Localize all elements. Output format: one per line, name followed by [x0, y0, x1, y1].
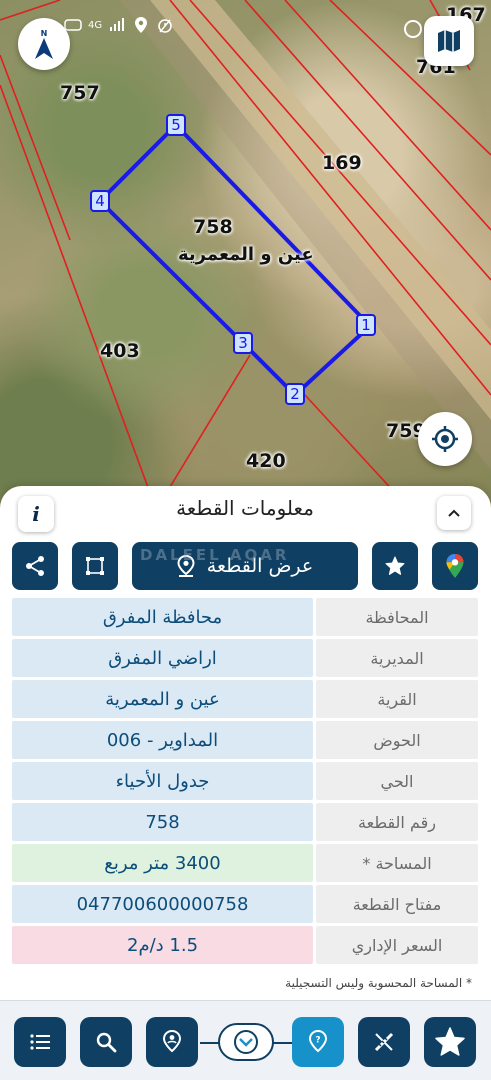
- neighbor-label: 403: [100, 340, 140, 362]
- vertex-1[interactable]: 1: [356, 314, 376, 336]
- satellite-map[interactable]: 5 4 3 2 1 758 عين و المعمرية 757 403 420…: [0, 0, 491, 520]
- svg-text:N: N: [41, 29, 48, 38]
- my-location-button[interactable]: [418, 412, 472, 466]
- nav-search-button[interactable]: [80, 1017, 132, 1067]
- chevron-up-icon: [448, 509, 460, 517]
- nav-divider: [272, 1042, 292, 1044]
- nav-parcel-info-button[interactable]: ?: [292, 1017, 344, 1067]
- admin-price-value: 1.5 د/م2: [12, 926, 313, 964]
- area-footnote: * المساحة المحسوبة وليس التسجيلية: [285, 976, 472, 990]
- chevron-down-icon: [234, 1030, 258, 1054]
- admin-price-label: السعر الإداري: [316, 926, 478, 964]
- question-pin-icon: ?: [308, 1029, 328, 1053]
- parcel-shape-button[interactable]: [72, 542, 118, 590]
- parcel-key-value: 047700600000758: [12, 885, 313, 923]
- parcel-village-label: عين و المعمرية: [178, 244, 314, 265]
- crosshair-icon: [432, 426, 458, 452]
- show-parcel-label: عرض القطعة: [206, 555, 314, 577]
- favorite-button[interactable]: [372, 542, 418, 590]
- village-value: عين و المعمرية: [12, 680, 313, 718]
- google-maps-button[interactable]: [432, 542, 478, 590]
- panel-title: معلومات القطعة: [176, 496, 314, 520]
- directorate-value: اراضي المفرق: [12, 639, 313, 677]
- share-icon: [26, 556, 44, 576]
- neighbor-label: 420: [246, 450, 286, 472]
- nav-favorites-button[interactable]: [424, 1017, 476, 1067]
- neighbor-label: 169: [322, 152, 362, 174]
- parcel-key-label: مفتاح القطعة: [316, 885, 478, 923]
- table-row: جدول الأحياء الحي: [12, 762, 478, 800]
- governorate-value: محافظة المفرق: [12, 598, 313, 636]
- map-layers-button[interactable]: [424, 16, 474, 66]
- star-icon: [385, 556, 405, 575]
- table-row: المداوير - 006 الحوض: [12, 721, 478, 759]
- share-button[interactable]: [12, 542, 58, 590]
- table-row: 3400 متر مربع المساحة *: [12, 844, 478, 882]
- area-label: المساحة *: [316, 844, 478, 882]
- vertex-3[interactable]: 3: [233, 332, 253, 354]
- neighbor-label: 757: [60, 82, 100, 104]
- table-row: محافظة المفرق المحافظة: [12, 598, 478, 636]
- vertex-2[interactable]: 2: [285, 383, 305, 405]
- parcel-number-label: 758: [193, 216, 233, 238]
- table-row: 758 رقم القطعة: [12, 803, 478, 841]
- table-row: عين و المعمرية القرية: [12, 680, 478, 718]
- nav-divider: [200, 1042, 220, 1044]
- nav-nearby-button[interactable]: [146, 1017, 198, 1067]
- search-icon: [96, 1032, 117, 1053]
- measure-tools-icon: [374, 1032, 394, 1052]
- bottom-navigation: ?: [0, 1000, 491, 1080]
- parcel-number-label: رقم القطعة: [316, 803, 478, 841]
- parcel-toolbar: عرض القطعة DALEEL AQAR: [0, 542, 491, 592]
- alarm-icon: [156, 18, 174, 33]
- vertex-5[interactable]: 5: [166, 114, 186, 136]
- status-icons: 4G: [64, 17, 174, 33]
- vertex-4[interactable]: 4: [90, 190, 110, 212]
- nav-measure-button[interactable]: [358, 1017, 410, 1067]
- governorate-label: المحافظة: [316, 598, 478, 636]
- table-row: 047700600000758 مفتاح القطعة: [12, 885, 478, 923]
- parcel-number-value: 758: [12, 803, 313, 841]
- map-pin-icon: [162, 1029, 182, 1053]
- show-parcel-button[interactable]: عرض القطعة: [132, 542, 358, 590]
- polygon-icon: [86, 557, 104, 575]
- compass-button[interactable]: N: [18, 18, 70, 70]
- parcel-info-panel: i معلومات القطعة عرض القطعة DALEEL AQAR …: [0, 486, 491, 1080]
- status-bar: 4G: [0, 0, 491, 56]
- info-button[interactable]: i: [18, 496, 54, 532]
- google-maps-icon: [446, 554, 464, 578]
- directorate-label: المديرية: [316, 639, 478, 677]
- network-type: 4G: [88, 19, 103, 31]
- collapse-button[interactable]: [437, 496, 471, 530]
- whatsapp-icon: [404, 20, 422, 38]
- svg-text:?: ?: [315, 1036, 320, 1046]
- list-icon: [30, 1034, 50, 1050]
- signal-icon: [108, 18, 126, 32]
- table-row: اراضي المفرق المديرية: [12, 639, 478, 677]
- notification-icon: [64, 18, 82, 32]
- nav-list-button[interactable]: [14, 1017, 66, 1067]
- basin-label: الحوض: [316, 721, 478, 759]
- compass-icon: N: [35, 29, 53, 59]
- neighborhood-value: جدول الأحياء: [12, 762, 313, 800]
- map-icon: [438, 30, 460, 52]
- nav-expand-button[interactable]: [218, 1023, 274, 1061]
- neighborhood-label: الحي: [316, 762, 478, 800]
- location-pin-icon: [177, 555, 195, 577]
- basin-value: المداوير - 006: [12, 721, 313, 759]
- village-label: القرية: [316, 680, 478, 718]
- area-value: 3400 متر مربع: [12, 844, 313, 882]
- location-icon: [132, 17, 150, 33]
- table-row: 1.5 د/م2 السعر الإداري: [12, 926, 478, 964]
- star-icon: [435, 1027, 465, 1056]
- parcel-info-table: محافظة المفرق المحافظة اراضي المفرق المد…: [12, 598, 478, 967]
